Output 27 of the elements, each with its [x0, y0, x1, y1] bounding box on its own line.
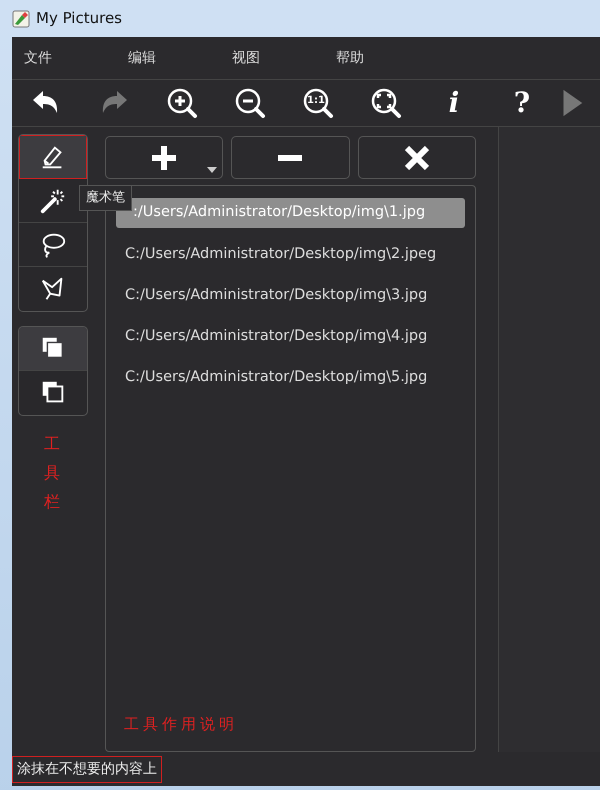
magnifier-icon: [302, 87, 334, 119]
status-text: 涂抹在不想要的内容上: [12, 756, 162, 782]
info-button[interactable]: i: [420, 83, 488, 123]
zoom-in-icon: [166, 87, 198, 119]
add-button[interactable]: [105, 136, 224, 179]
caret-icon: [207, 167, 218, 173]
help-button[interactable]: ?: [488, 83, 556, 123]
file-list-item[interactable]: C:/Users/Administrator/Desktop/img\3.jpg: [116, 275, 465, 316]
app-icon: [12, 10, 30, 28]
annotation-label: 工具作用说明: [123, 714, 239, 734]
window-title: My Pictures: [36, 8, 122, 30]
annotation-label: 工具栏: [44, 433, 60, 513]
menu-item[interactable]: 文件: [12, 48, 116, 68]
menu-item[interactable]: 帮助: [324, 48, 428, 68]
tool-button[interactable]: [19, 327, 87, 371]
file-list-item[interactable]: C:/Users/Administrator/Desktop/img\2.jpeg: [116, 234, 465, 275]
menu-item[interactable]: 视图: [220, 48, 324, 68]
file-list-item[interactable]: C:/Users/Administrator/Desktop/img\4.jpg: [116, 316, 465, 357]
zoom-fit-icon: [370, 87, 402, 119]
file-list-item[interactable]: C:/Users/Administrator/Desktop/img\5.jpg: [116, 357, 465, 398]
remove-button[interactable]: [231, 136, 350, 179]
actual-size-button[interactable]: 1:1: [284, 83, 352, 123]
tool-button[interactable]: [19, 135, 87, 179]
menu-item[interactable]: 编辑: [116, 48, 220, 68]
clear-button[interactable]: [358, 136, 476, 179]
zoom-out-icon: [234, 87, 266, 119]
tooltip: 魔术笔: [79, 185, 132, 210]
